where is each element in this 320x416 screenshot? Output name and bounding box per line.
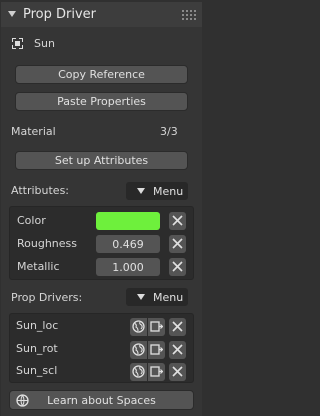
close-icon — [172, 238, 183, 249]
remove-driver-button[interactable] — [169, 341, 186, 359]
panel-title: Prop Driver — [23, 7, 97, 22]
material-label: Material — [11, 125, 56, 138]
world-space-button[interactable] — [130, 363, 147, 381]
attribute-name-color: Color — [17, 214, 46, 227]
attribute-name-metallic: Metallic — [17, 260, 60, 273]
prop-drivers-header: Prop Drivers: — [11, 291, 83, 304]
menu-dropdown-icon — [137, 294, 145, 300]
remove-driver-button[interactable] — [169, 318, 186, 336]
local-space-button[interactable] — [148, 318, 165, 336]
object-icon — [12, 38, 23, 49]
prop-drivers-menu-button[interactable]: Menu — [126, 288, 188, 306]
globe-icon — [132, 343, 145, 356]
world-space-button[interactable] — [130, 341, 147, 359]
close-icon — [172, 215, 183, 226]
panel-header[interactable]: Prop Driver — [1, 2, 202, 27]
help-globe-icon — [16, 394, 29, 407]
prop-driver-panel: Prop Driver Sun Copy Reference Paste Pro… — [0, 0, 203, 416]
close-icon — [172, 261, 183, 272]
object-name: Sun — [34, 37, 55, 50]
transform-icon — [150, 344, 163, 355]
menu-dropdown-icon — [137, 188, 145, 194]
close-icon — [172, 366, 183, 377]
attributes-header: Attributes: — [11, 184, 70, 197]
learn-spaces-button[interactable]: Learn about Spaces — [9, 390, 194, 410]
learn-spaces-label: Learn about Spaces — [47, 393, 156, 407]
remove-attribute-button[interactable] — [169, 258, 186, 276]
attributes-menu-button[interactable]: Menu — [126, 182, 188, 200]
drag-grip-icon[interactable] — [182, 10, 196, 20]
transform-icon — [150, 366, 163, 377]
world-space-button[interactable] — [130, 318, 147, 336]
setup-attributes-button[interactable]: Set up Attributes — [15, 151, 188, 170]
remove-attribute-button[interactable] — [169, 235, 186, 253]
metallic-field[interactable]: 1.000 — [96, 258, 160, 276]
local-space-button[interactable] — [148, 341, 165, 359]
attribute-name-roughness: Roughness — [17, 237, 78, 250]
globe-icon — [132, 320, 145, 333]
material-count: 3/3 — [160, 125, 178, 138]
roughness-field[interactable]: 0.469 — [96, 235, 160, 253]
color-swatch[interactable] — [96, 212, 160, 230]
copy-reference-button[interactable]: Copy Reference — [15, 65, 188, 84]
driver-name: Sun_rot — [16, 342, 58, 355]
local-space-button[interactable] — [148, 363, 165, 381]
close-icon — [172, 321, 183, 332]
driver-name: Sun_scl — [16, 364, 58, 377]
close-icon — [172, 344, 183, 355]
remove-attribute-button[interactable] — [169, 212, 186, 230]
paste-properties-button[interactable]: Paste Properties — [15, 92, 188, 111]
remove-driver-button[interactable] — [169, 363, 186, 381]
transform-icon — [150, 321, 163, 332]
collapse-arrow-icon[interactable] — [8, 11, 16, 17]
prop-drivers-menu-label: Menu — [153, 290, 184, 304]
attributes-menu-label: Menu — [153, 184, 184, 198]
globe-icon — [132, 365, 145, 378]
driver-name: Sun_loc — [16, 319, 59, 332]
